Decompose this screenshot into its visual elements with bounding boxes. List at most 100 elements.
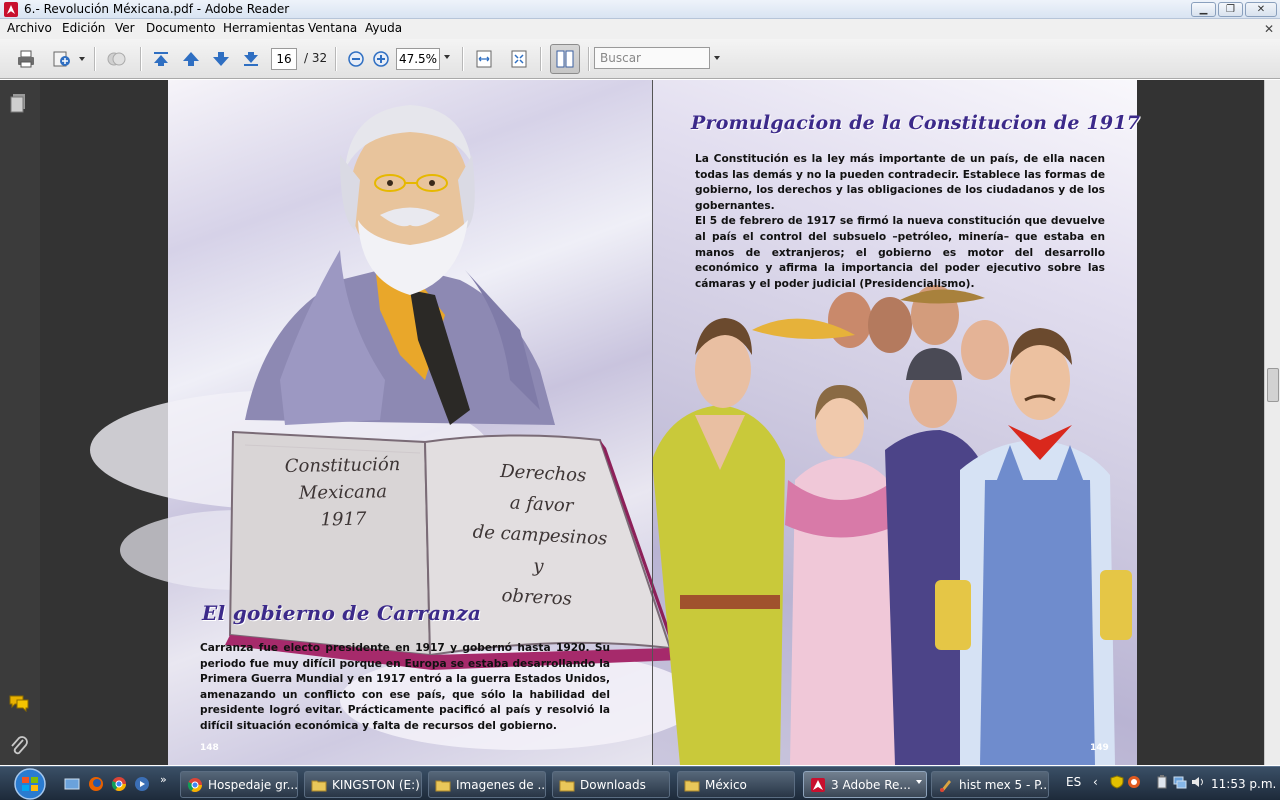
minimize-icon: ▁ — [1199, 4, 1208, 15]
paragraph-text: La Constitución es la ley más importante… — [695, 153, 1105, 212]
task-label: 3 Adobe Re... — [831, 778, 911, 792]
left-page-paragraph: Carranza fue electo presidente en 1917 y… — [200, 641, 610, 735]
start-button[interactable] — [8, 768, 52, 800]
attachment-icon[interactable] — [9, 735, 29, 757]
book-line: Mexicana — [298, 481, 388, 504]
left-page-heading: El gobierno de Carranza — [202, 601, 482, 625]
chrome-icon[interactable] — [111, 776, 127, 792]
page-total: / 32 — [304, 51, 328, 65]
quick-launch-overflow-icon[interactable]: » — [160, 773, 167, 786]
menu-ventana[interactable]: Ventana — [308, 21, 357, 35]
two-page-icon — [556, 50, 574, 68]
task-label: KINGSTON (E:) — [332, 778, 420, 792]
left-page-number: 148 — [200, 743, 219, 753]
close-document-icon[interactable]: ✕ — [1264, 22, 1274, 36]
paragraph-text: Carranza fue electo presidente en 1917 y… — [200, 642, 610, 732]
network-icon[interactable] — [1173, 775, 1187, 789]
taskbar-item-active[interactable]: 3 Adobe Re... — [803, 771, 927, 798]
fit-width-icon[interactable] — [474, 49, 494, 69]
menu-documento[interactable]: Documento — [146, 21, 216, 35]
book-line: 1917 — [320, 508, 367, 531]
separator — [540, 47, 541, 71]
menu-ayuda[interactable]: Ayuda — [365, 21, 402, 35]
share-icon[interactable] — [52, 49, 72, 69]
zoom-in-icon[interactable] — [371, 49, 391, 69]
separator — [140, 47, 141, 71]
security-shield-icon[interactable] — [1110, 775, 1124, 789]
zoom-dropdown-icon[interactable] — [444, 55, 450, 59]
taskbar-item[interactable]: Hospedaje gr... — [180, 771, 298, 798]
zoom-out-icon[interactable] — [346, 49, 366, 69]
show-desktop-icon[interactable] — [64, 776, 80, 792]
task-label: hist mex 5 - P... — [959, 778, 1049, 792]
folder-icon — [684, 780, 700, 792]
print-icon[interactable] — [16, 49, 36, 69]
vertical-scrollbar[interactable] — [1264, 80, 1280, 765]
folder-icon — [311, 780, 327, 792]
folder-icon — [435, 780, 451, 792]
menu-ver[interactable]: Ver — [115, 21, 135, 35]
separator — [462, 47, 463, 71]
close-button[interactable]: ✕ — [1245, 2, 1277, 17]
media-player-icon[interactable] — [134, 776, 150, 792]
title-bar: 6.- Revolución Méxicana.pdf - Adobe Read… — [0, 0, 1280, 19]
task-label: Imagenes de ... — [456, 778, 546, 792]
chrome-icon — [187, 778, 202, 792]
language-indicator[interactable]: ES — [1066, 775, 1081, 789]
page-gutter — [652, 80, 653, 765]
two-page-view-toggle[interactable] — [550, 44, 580, 74]
taskbar-item[interactable]: Imagenes de ... — [428, 771, 546, 798]
taskbar-item[interactable]: México — [677, 771, 795, 798]
volume-icon[interactable] — [1191, 775, 1205, 789]
next-page-icon[interactable] — [211, 49, 231, 69]
menu-edicion[interactable]: Edición — [62, 21, 105, 35]
carranza-portrait — [245, 105, 555, 425]
paint-icon — [940, 780, 951, 792]
menu-archivo[interactable]: Archivo — [7, 21, 52, 35]
firefox-icon[interactable] — [88, 776, 104, 792]
window-title: 6.- Revolución Méxicana.pdf - Adobe Read… — [24, 2, 290, 16]
book-left-text: Constitución Mexicana 1917 — [267, 451, 418, 535]
document-viewer[interactable]: Constitución Mexicana 1917 Derechos a fa… — [40, 80, 1265, 765]
last-page-icon[interactable] — [241, 49, 261, 69]
search-dropdown-icon[interactable] — [714, 56, 720, 60]
book-line: Constitución — [284, 453, 401, 478]
minimize-button[interactable]: ▁ — [1191, 2, 1216, 17]
antivirus-icon[interactable] — [1127, 775, 1141, 789]
taskbar-item[interactable]: KINGSTON (E:) — [304, 771, 422, 798]
menu-herramientas[interactable]: Herramientas — [223, 21, 305, 35]
previous-page-icon[interactable] — [181, 49, 201, 69]
comments-icon[interactable] — [8, 694, 30, 712]
workers-illustration — [652, 285, 1132, 765]
menu-bar: Archivo Edición Ver Documento Herramient… — [0, 19, 1280, 39]
adobe-icon — [811, 778, 825, 792]
taskbar-item[interactable]: Downloads — [552, 771, 670, 798]
separator — [335, 47, 336, 71]
navigation-pane — [0, 80, 40, 765]
page-number-input[interactable]: 16 — [271, 48, 297, 70]
right-page-heading: Promulgacion de la Constitucion de 1917 — [691, 112, 1141, 134]
fit-page-icon[interactable] — [509, 49, 529, 69]
battery-icon[interactable] — [1155, 775, 1169, 789]
taskbar-item[interactable]: hist mex 5 - P... — [931, 771, 1049, 798]
maximize-button[interactable]: ❐ — [1218, 2, 1243, 17]
collaborate-icon[interactable] — [106, 49, 126, 69]
system-clock[interactable]: 11:53 p.m. — [1211, 777, 1276, 791]
task-label: Hospedaje gr... — [208, 778, 298, 792]
separator — [588, 47, 589, 71]
first-page-icon[interactable] — [151, 49, 171, 69]
search-input[interactable]: Buscar — [594, 47, 710, 69]
taskbar: » Hospedaje gr... KINGSTON (E:) Imagenes… — [0, 766, 1280, 800]
tray-expand-icon[interactable]: ‹ — [1093, 775, 1098, 789]
chevron-down-icon[interactable] — [79, 57, 85, 61]
right-page-number: 149 — [1090, 743, 1109, 753]
close-icon: ✕ — [1256, 4, 1266, 15]
task-label: México — [705, 778, 747, 792]
restore-icon: ❐ — [1226, 4, 1235, 15]
right-page-paragraph: La Constitución es la ley más importante… — [695, 152, 1105, 292]
folder-icon — [559, 780, 575, 792]
pages-icon[interactable] — [10, 93, 26, 113]
separator — [94, 47, 95, 71]
zoom-input[interactable]: 47.5% — [396, 48, 440, 70]
scrollbar-thumb[interactable] — [1267, 368, 1279, 402]
